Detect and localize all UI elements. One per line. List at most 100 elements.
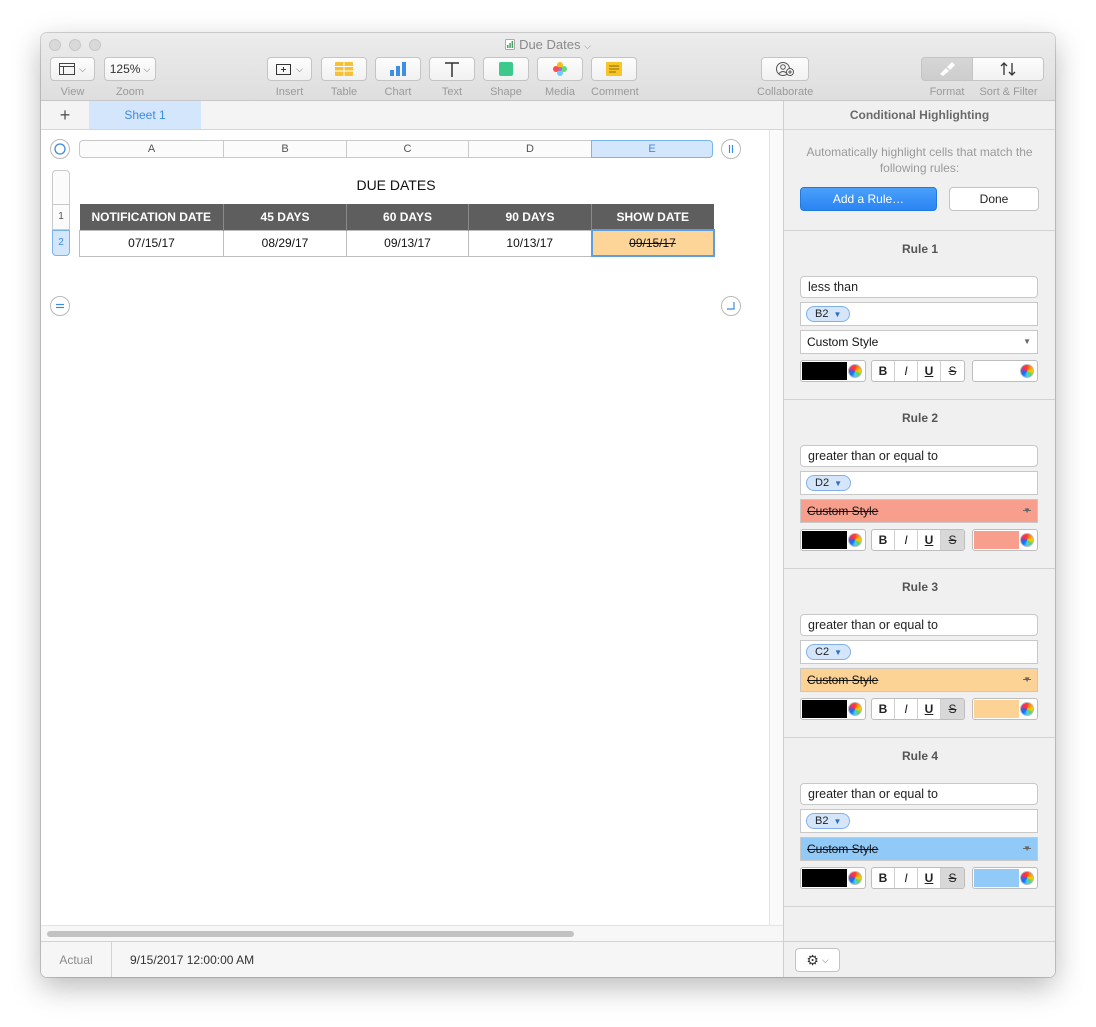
cell-c2[interactable]: 09/13/17 (346, 229, 469, 257)
text-button[interactable] (429, 57, 475, 81)
vertical-scrollbar[interactable] (769, 130, 783, 925)
media-button[interactable] (537, 57, 583, 81)
window-title[interactable]: Due Dates ⌵ (41, 37, 1055, 52)
text-color-well[interactable] (800, 867, 866, 889)
chart-button[interactable] (375, 57, 421, 81)
add-column-handle[interactable] (721, 139, 741, 159)
color-wheel-icon[interactable] (1020, 702, 1034, 716)
cell-e2-selected[interactable]: 09/15/17 (590, 229, 715, 257)
strikethrough-button[interactable]: S (941, 699, 964, 719)
italic-button[interactable]: I (895, 699, 918, 719)
resize-table-handle[interactable] (721, 296, 741, 316)
underline-button[interactable]: U (918, 530, 941, 550)
zoom-select[interactable]: 125% ⌵ (104, 57, 156, 81)
strikethrough-button[interactable]: S (941, 868, 964, 888)
sheet-canvas[interactable]: A B C D E 1 2 DUE DATES NOTIFICATION DAT… (41, 130, 769, 925)
tab-sheet-1[interactable]: Sheet 1 (89, 101, 201, 129)
strikethrough-button[interactable]: S (941, 361, 964, 381)
column-header-b[interactable]: B (223, 140, 346, 158)
bold-button[interactable]: B (872, 699, 895, 719)
collaborate-button[interactable] (761, 57, 810, 81)
underline-button[interactable]: U (918, 868, 941, 888)
column-header-a[interactable]: A (79, 140, 223, 158)
text-style-buttons: B I U S (871, 867, 965, 889)
rule-condition-select[interactable]: greater than or equal to (800, 614, 1038, 636)
row-header-2[interactable]: 2 (52, 230, 70, 256)
insert-button[interactable]: ⌵ (267, 57, 312, 81)
horizontal-scrollbar[interactable] (41, 925, 783, 941)
rule-options-button[interactable]: ⚙ ⌵ (795, 948, 840, 972)
rule-style-select[interactable]: Custom Style ▼ (800, 330, 1038, 354)
header-cell[interactable]: 90 DAYS (468, 204, 592, 230)
header-cell[interactable]: 60 DAYS (346, 204, 469, 230)
italic-button[interactable]: I (895, 530, 918, 550)
rule-value-field[interactable]: B2 ▼ (800, 809, 1038, 833)
color-wheel-icon[interactable] (848, 533, 862, 547)
add-row-handle[interactable] (50, 296, 70, 316)
cell-reference-token[interactable]: C2 ▼ (806, 644, 851, 660)
fill-color-well[interactable] (972, 529, 1038, 551)
rule-value-field[interactable]: B2 ▼ (800, 302, 1038, 326)
rule-style-select[interactable]: Custom Style ▼ (800, 668, 1038, 692)
text-color-well[interactable] (800, 529, 866, 551)
cell-reference-token[interactable]: D2 ▼ (806, 475, 851, 491)
italic-button[interactable]: I (895, 868, 918, 888)
underline-button[interactable]: U (918, 699, 941, 719)
fill-color-well[interactable] (972, 698, 1038, 720)
format-label: Format (929, 86, 965, 98)
color-wheel-icon[interactable] (1020, 871, 1034, 885)
add-rule-button[interactable]: Add a Rule… (800, 187, 937, 211)
bold-button[interactable]: B (872, 361, 895, 381)
header-cell[interactable]: 45 DAYS (223, 204, 347, 230)
rule-condition-select[interactable]: less than (800, 276, 1038, 298)
rule-style-select[interactable]: Custom Style ▼ (800, 837, 1038, 861)
select-table-handle[interactable] (50, 139, 70, 159)
add-sheet-button[interactable]: + (53, 104, 77, 126)
fill-color-well[interactable] (972, 867, 1038, 889)
bold-button[interactable]: B (872, 530, 895, 550)
table-title[interactable]: DUE DATES (79, 177, 713, 193)
chart-control: Chart (375, 57, 421, 98)
rule-style-select[interactable]: Custom Style ▼ (800, 499, 1038, 523)
underline-button[interactable]: U (918, 361, 941, 381)
view-button[interactable]: ⌵ (50, 57, 95, 81)
sort-filter-button[interactable] (973, 57, 1044, 81)
header-cell[interactable]: SHOW DATE (591, 204, 714, 230)
text-color-well[interactable] (800, 360, 866, 382)
comment-button[interactable] (591, 57, 637, 81)
strikethrough-button[interactable]: S (941, 530, 964, 550)
cell-a2[interactable]: 07/15/17 (79, 229, 224, 257)
format-button[interactable] (921, 57, 973, 81)
color-wheel-icon[interactable] (848, 364, 862, 378)
cell-reference-token[interactable]: B2 ▼ (806, 813, 851, 829)
column-header-e[interactable]: E (591, 140, 713, 158)
table-button[interactable] (321, 57, 367, 81)
rule-format-controls: B I U S (800, 698, 1038, 720)
rule-value-field[interactable]: C2 ▼ (800, 640, 1038, 664)
insert-label: Insert (275, 86, 304, 98)
triangle-down-icon: ▼ (1023, 844, 1031, 853)
header-cell[interactable]: NOTIFICATION DATE (79, 204, 224, 230)
cell-reference-label: B2 (815, 815, 829, 827)
column-header-d[interactable]: D (468, 140, 591, 158)
column-header-c[interactable]: C (346, 140, 468, 158)
cell-d2[interactable]: 10/13/17 (468, 229, 592, 257)
row-header-1[interactable]: 1 (52, 204, 70, 230)
done-button[interactable]: Done (949, 187, 1039, 211)
color-wheel-icon[interactable] (1020, 533, 1034, 547)
cell-reference-label: B2 (815, 308, 829, 320)
horizontal-scroll-thumb[interactable] (47, 931, 574, 937)
fill-color-well[interactable] (972, 360, 1038, 382)
bold-button[interactable]: B (872, 868, 895, 888)
cell-reference-token[interactable]: B2 ▼ (806, 306, 851, 322)
rule-value-field[interactable]: D2 ▼ (800, 471, 1038, 495)
rule-condition-select[interactable]: greater than or equal to (800, 445, 1038, 467)
text-color-well[interactable] (800, 698, 866, 720)
italic-button[interactable]: I (895, 361, 918, 381)
color-wheel-icon[interactable] (848, 871, 862, 885)
color-wheel-icon[interactable] (1020, 364, 1034, 378)
shape-button[interactable] (483, 57, 529, 81)
rule-condition-select[interactable]: greater than or equal to (800, 783, 1038, 805)
cell-b2[interactable]: 08/29/17 (223, 229, 347, 257)
color-wheel-icon[interactable] (848, 702, 862, 716)
